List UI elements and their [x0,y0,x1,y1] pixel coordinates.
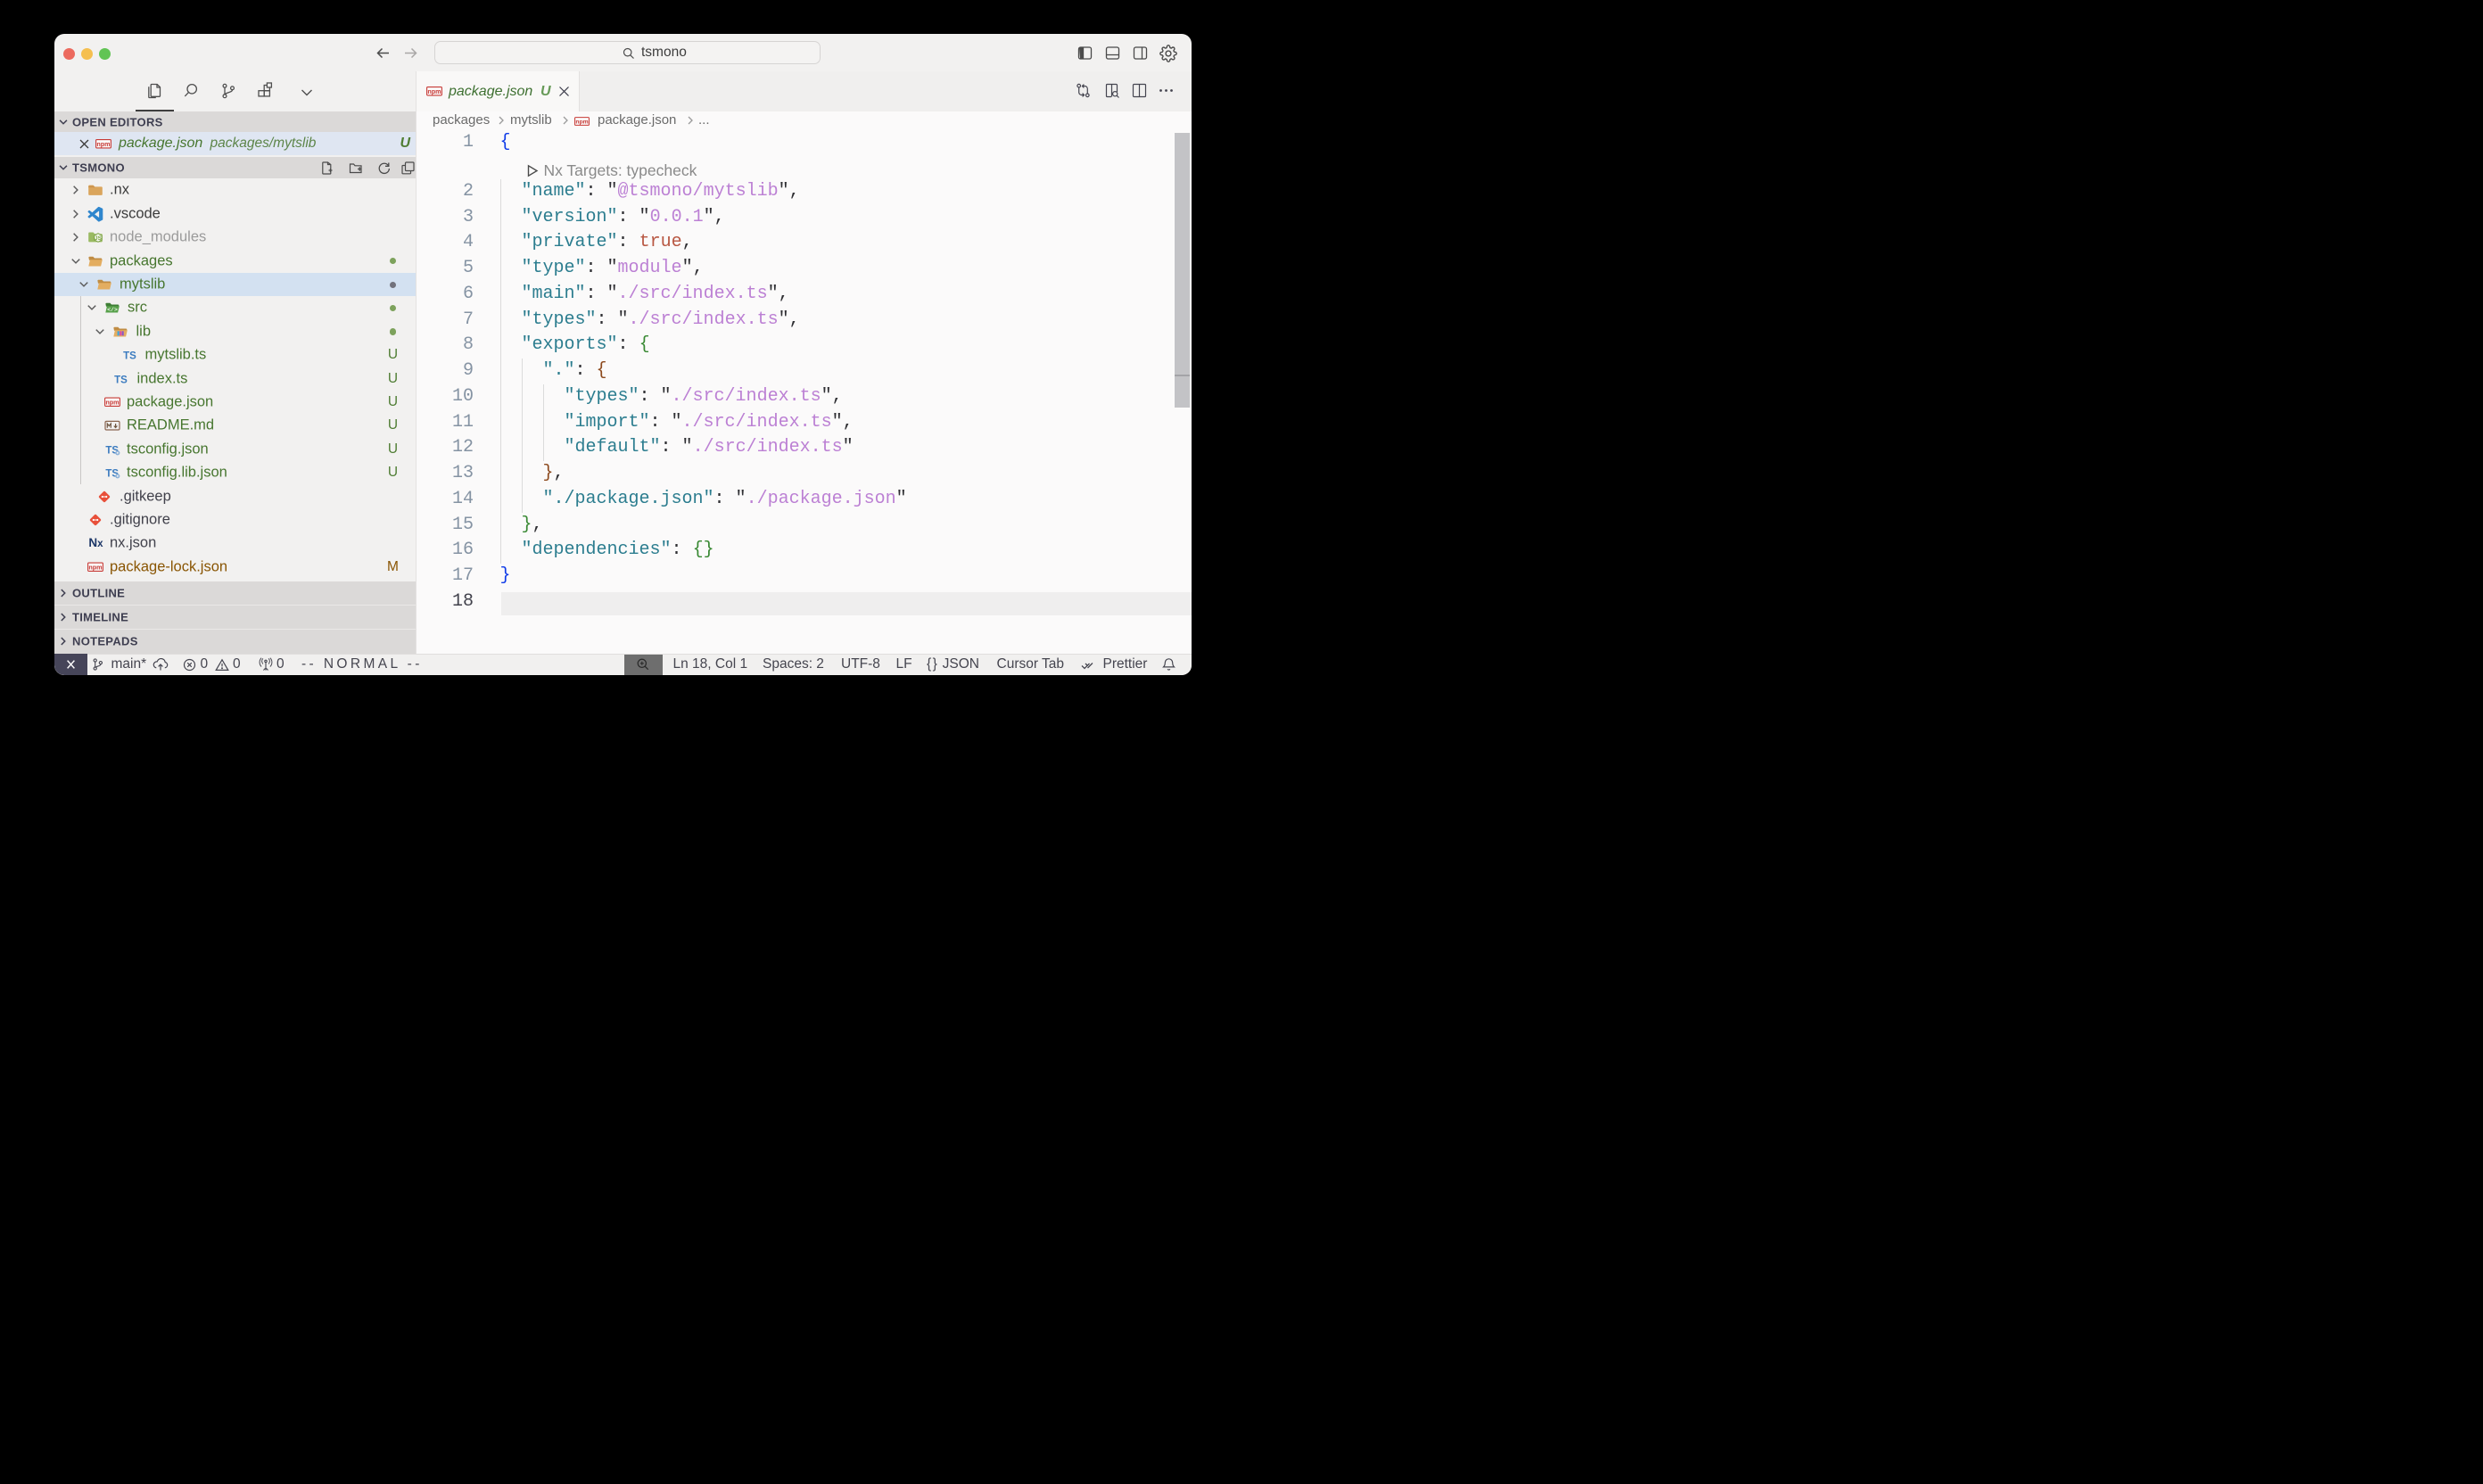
svg-text:npm: npm [427,87,441,95]
svg-text:npm: npm [88,563,102,571]
svg-text:</>: </> [107,307,118,313]
svg-text:TS: TS [114,375,128,385]
svg-text:JS: JS [95,235,103,242]
svg-text:npm: npm [96,140,110,148]
svg-text:TS: TS [123,351,136,362]
svg-text:npm: npm [105,399,119,407]
svg-text:npm: npm [575,119,588,125]
svg-text:Nx: Nx [88,536,103,549]
